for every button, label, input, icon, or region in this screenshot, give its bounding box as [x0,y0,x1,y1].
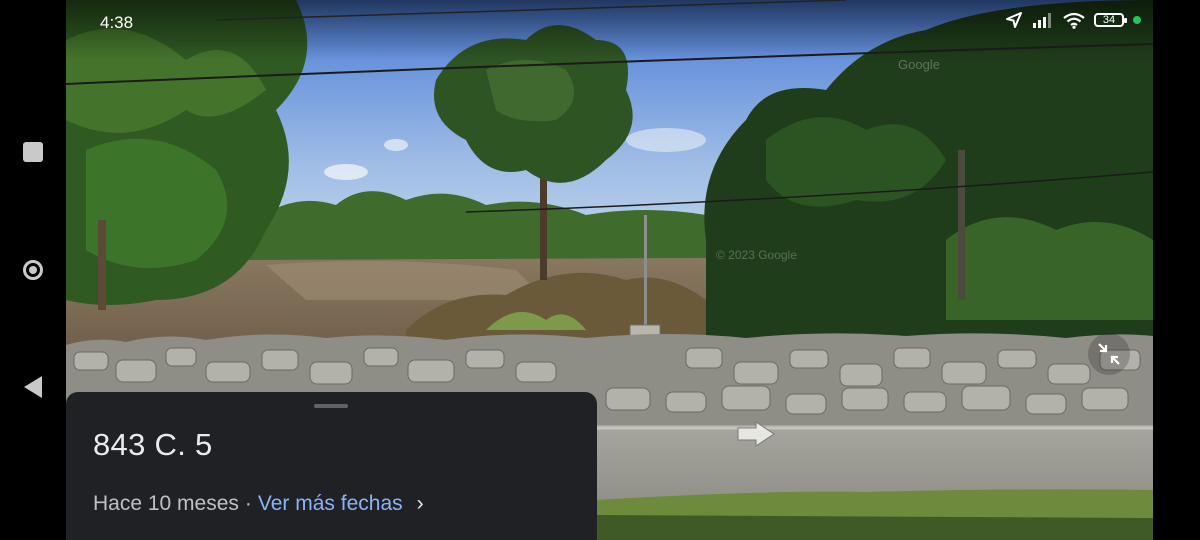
chevron-right-icon[interactable]: › [417,492,424,516]
separator: · [244,492,252,515]
android-nav-bar [0,0,66,540]
privacy-dot-icon [1133,16,1141,24]
watermark-copyright: © 2023 Google [716,248,797,262]
battery-level: 34 [1102,14,1116,26]
status-bar: 4:38 34 [66,0,1153,46]
date-row: Hace 10 meses · Ver más fechas › [93,492,424,516]
location-info-panel[interactable]: 843 C. 5 Hace 10 meses · Ver más fechas … [66,392,597,540]
address-title: 843 C. 5 [93,427,213,462]
watermark-google: Google [898,57,940,72]
drag-handle[interactable] [314,404,348,408]
location-arrow-icon [1006,12,1022,28]
capture-date: Hace 10 meses [93,492,239,515]
home-button[interactable] [16,253,50,287]
battery-icon: 34 [1094,13,1127,27]
exit-fullscreen-button[interactable] [1088,333,1130,375]
home-circle-icon [23,260,43,280]
signal-icon [1033,13,1051,28]
street-nav-arrow[interactable] [736,420,776,453]
wifi-icon [1063,12,1085,29]
status-icons: 34 [1005,11,1141,29]
back-button[interactable] [16,370,50,404]
collapse-arrows-icon [1098,343,1120,365]
recents-square-icon [23,142,43,162]
status-time: 4:38 [100,13,134,32]
recents-button[interactable] [16,135,50,169]
right-edge-strip [1153,0,1200,540]
more-dates-link[interactable]: Ver más fechas [258,492,403,516]
back-triangle-icon [24,376,42,398]
